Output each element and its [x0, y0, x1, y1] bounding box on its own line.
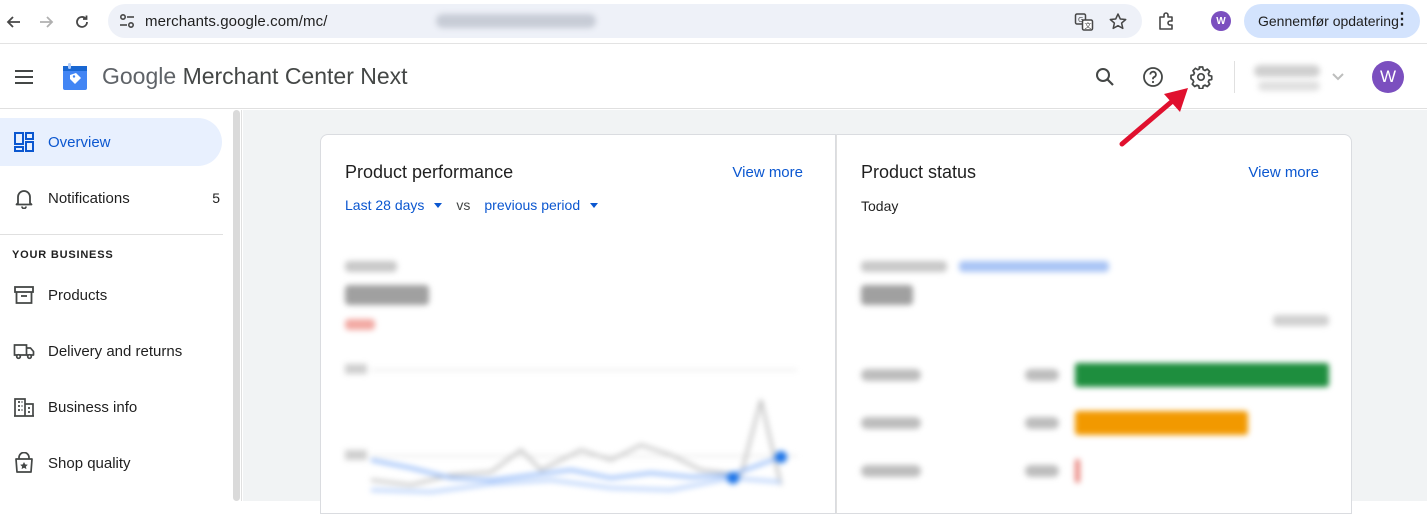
app-title: Google Merchant Center Next — [102, 63, 408, 90]
sidebar-item-products[interactable]: Products — [0, 271, 222, 319]
url-text: merchants.google.com/mc/ — [145, 13, 328, 30]
sidebar-divider — [0, 234, 223, 235]
chart-tick-redacted — [345, 364, 367, 374]
date-range-label: Last 28 days — [345, 197, 425, 213]
total-products-value-redacted — [861, 285, 913, 305]
header-divider — [1234, 61, 1235, 93]
not-approved-bar[interactable] — [1075, 459, 1080, 483]
chart-point — [775, 451, 787, 463]
sidebar-item-label: Notifications — [48, 189, 130, 207]
sidebar-item-shop-quality[interactable]: Shop quality — [0, 439, 222, 487]
sidebar: Overview Notifications 5 YOUR BUSINESS P… — [0, 110, 242, 501]
address-bar[interactable]: merchants.google.com/mc/ G 文 — [108, 4, 1142, 38]
card-title: Product status — [861, 162, 977, 182]
view-more-link[interactable]: View more — [732, 164, 803, 181]
annotation-arrow — [1119, 88, 1188, 147]
chevron-down-icon[interactable] — [1331, 72, 1345, 82]
sidebar-item-label: Business info — [48, 398, 138, 416]
site-settings-icon[interactable] — [118, 12, 136, 30]
shop-badge-icon — [15, 452, 33, 473]
caret-down-icon — [590, 202, 599, 208]
sidebar-item-overview[interactable]: Overview — [0, 118, 222, 166]
period-selector-row: Last 28 days vs previous period — [345, 197, 599, 213]
browser-profile-avatar[interactable]: W — [1211, 11, 1231, 31]
browser-toolbar: merchants.google.com/mc/ G 文 W Gennemfør… — [0, 0, 1427, 44]
account-avatar[interactable]: W — [1372, 61, 1404, 93]
sidebar-scrollbar[interactable] — [233, 110, 240, 501]
hamburger-menu-icon[interactable] — [12, 65, 36, 89]
arrow-left-icon — [6, 16, 20, 28]
reload-icon — [76, 15, 88, 28]
comparison-label: previous period — [484, 197, 581, 213]
marketing-methods-dropdown-redacted[interactable] — [959, 261, 1109, 272]
metric-change-redacted — [345, 319, 375, 330]
view-more-link[interactable]: View more — [1248, 164, 1319, 181]
update-button[interactable]: Gennemfør opdatering ⋮ — [1244, 4, 1420, 38]
blurred-performance-chart — [345, 364, 797, 494]
account-name-redacted[interactable] — [1254, 65, 1320, 77]
overview-icon — [14, 132, 34, 152]
main-content: Product performance View more Last 28 da… — [243, 110, 1427, 514]
sidebar-item-notifications[interactable]: Notifications 5 — [0, 174, 222, 222]
limited-bar[interactable] — [1075, 411, 1248, 435]
chart-point — [727, 472, 739, 484]
extensions-icon[interactable] — [1156, 10, 1178, 32]
app-header: Google Merchant Center Next W — [0, 45, 1427, 109]
star-bookmark-icon[interactable] — [1108, 12, 1128, 32]
status-date: Today — [861, 198, 899, 214]
sidebar-item-label: Shop quality — [48, 454, 131, 472]
comparison-dropdown[interactable]: previous period — [484, 197, 599, 213]
merchant-center-logo — [63, 63, 87, 90]
arrow-right-icon — [40, 16, 54, 28]
sidebar-item-label: Delivery and returns — [48, 342, 183, 360]
metric-label-redacted — [345, 261, 397, 272]
update-button-label: Gennemfør opdatering — [1258, 13, 1399, 29]
status-label-redacted — [861, 417, 921, 429]
url-redacted — [436, 14, 596, 28]
caret-down-icon — [434, 202, 443, 208]
sidebar-item-delivery[interactable]: Delivery and returns — [0, 327, 222, 375]
app-title-google: Google — [102, 63, 177, 89]
more-vert-icon: ⋮ — [1394, 11, 1410, 28]
status-label-redacted — [861, 369, 921, 381]
truck-icon — [13, 344, 35, 360]
approved-bar[interactable] — [1075, 363, 1329, 387]
chart-tick-redacted — [345, 450, 367, 460]
sidebar-item-label: Products — [48, 286, 108, 304]
sidebar-section-heading: YOUR BUSINESS — [12, 249, 114, 261]
sidebar-item-label: Overview — [48, 133, 111, 151]
total-products-label-redacted — [861, 261, 947, 272]
sidebar-item-business-info[interactable]: Business info — [0, 383, 222, 431]
account-id-redacted — [1258, 81, 1320, 91]
svg-text:文: 文 — [1085, 21, 1092, 30]
vs-label: vs — [456, 197, 471, 213]
status-count-redacted — [1025, 465, 1059, 477]
reload-button[interactable] — [68, 8, 96, 36]
back-button[interactable] — [0, 8, 28, 36]
metric-value-redacted — [345, 285, 429, 305]
archive-box-icon — [14, 286, 34, 304]
status-count-redacted — [1025, 417, 1059, 429]
bell-icon — [15, 190, 33, 209]
forward-button[interactable] — [32, 8, 60, 36]
building-icon — [14, 398, 34, 417]
card-title: Product performance — [345, 162, 514, 182]
product-status-card: Product status View more Today — [836, 134, 1352, 514]
current-series-line — [370, 455, 782, 482]
legend-redacted — [1273, 315, 1329, 326]
svg-text:G: G — [1078, 16, 1083, 24]
app-title-product: Merchant Center Next — [182, 63, 408, 89]
date-range-dropdown[interactable]: Last 28 days — [345, 197, 443, 213]
status-label-redacted — [861, 465, 921, 477]
product-performance-card: Product performance View more Last 28 da… — [320, 134, 836, 514]
status-count-redacted — [1025, 369, 1059, 381]
translate-icon[interactable]: G 文 — [1074, 12, 1094, 32]
notification-count: 5 — [212, 190, 220, 206]
